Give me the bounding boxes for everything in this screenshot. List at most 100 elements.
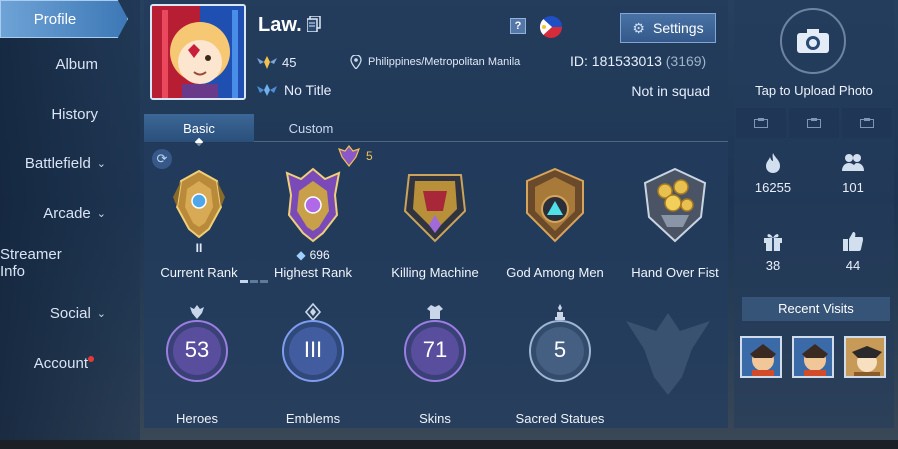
bottom-edge — [0, 440, 898, 449]
photo-slot-3[interactable] — [842, 108, 892, 138]
player-avatar[interactable] — [150, 4, 246, 100]
medal-label: Hand Over Fist — [631, 265, 719, 280]
level-value: 45 — [282, 54, 297, 70]
popularity-value: 16255 — [754, 180, 792, 195]
emblems-level: III — [303, 337, 323, 362]
medal-god-among-men[interactable]: God Among Men — [500, 167, 610, 280]
followers-icon — [818, 152, 888, 174]
nav-item-battlefield[interactable]: Battlefield ⌄ — [0, 145, 128, 181]
stat-skins[interactable]: 71 Skins — [390, 303, 480, 426]
medal-killing-machine[interactable]: Killing Machine — [380, 167, 490, 280]
settings-button[interactable]: ⚙ Settings — [620, 13, 716, 43]
nav-item-profile[interactable]: Profile — [0, 0, 128, 38]
stat-ring: 53 — [163, 317, 231, 385]
gear-icon: ⚙ — [632, 19, 645, 36]
likes-stat[interactable]: 44 — [818, 230, 888, 273]
photo-slot-icon — [754, 118, 768, 128]
nav-item-arcade[interactable]: Arcade ⌄ — [0, 195, 128, 231]
stat-label: Sacred Statues — [515, 411, 605, 426]
heroes-count: 53 — [184, 337, 210, 362]
skins-count: 71 — [422, 337, 448, 362]
nav-item-social[interactable]: Social ⌄ — [0, 295, 128, 331]
killing-machine-badge-icon — [403, 174, 467, 243]
followers-value: 101 — [842, 180, 864, 195]
mythic-star-badge: 5 — [338, 145, 373, 167]
recent-visitor-avatar[interactable] — [740, 336, 782, 378]
gifts-value: 38 — [765, 258, 781, 273]
player-id: ID: 181533013 (3169) — [570, 53, 706, 69]
recent-visitor-avatar[interactable] — [844, 336, 886, 378]
badge-count: 5 — [366, 149, 373, 163]
recent-visitor-avatar[interactable] — [792, 336, 834, 378]
nav-item-label: Arcade — [43, 204, 91, 222]
nav-item-history[interactable]: History — [0, 96, 128, 132]
gift-icon — [738, 230, 808, 252]
tab-label: Basic — [183, 120, 215, 136]
medal-current-rank[interactable]: II Current Rank — [144, 167, 254, 280]
id-label: ID: — [570, 53, 588, 69]
gold-rank-emblem-icon — [173, 169, 225, 239]
player-level: 45 — [256, 53, 296, 71]
followers-stat[interactable]: 101 — [818, 152, 888, 195]
title-text: No Title — [284, 82, 332, 98]
camera-button[interactable] — [780, 8, 846, 74]
nav-item-streamer-info[interactable]: Streamer Info — [0, 245, 128, 281]
photo-slot-2[interactable] — [789, 108, 839, 138]
nav-item-label: History — [51, 105, 98, 123]
copy-icon[interactable] — [307, 16, 321, 32]
diamond-icon: ◆ — [296, 248, 306, 262]
location-pin-icon — [350, 55, 362, 69]
philippines-flag-icon — [540, 16, 562, 38]
flame-icon — [738, 152, 808, 174]
help-icon[interactable]: ? — [510, 18, 526, 34]
medal-pager — [240, 280, 268, 283]
nav-item-label: Streamer Info — [0, 246, 62, 280]
upload-photo-label: Tap to Upload Photo — [755, 83, 873, 98]
medal-highest-rank[interactable]: ◆ 696 Highest Rank — [258, 167, 368, 280]
server-id: (3169) — [665, 53, 707, 69]
locked-emblem-silhouette-icon — [626, 313, 710, 395]
profile-side-panel: Tap to Upload Photo 16255 101 38 44 Rece… — [734, 0, 894, 428]
photo-slot-1[interactable] — [736, 108, 786, 138]
camera-icon — [797, 29, 829, 53]
medal-label: Killing Machine — [391, 265, 479, 280]
nav-item-album[interactable]: Album — [0, 46, 128, 82]
tab-basic[interactable]: Basic — [144, 114, 254, 147]
rank-points: ◆ 696 — [258, 248, 368, 262]
nav-item-label: Account — [33, 354, 88, 372]
god-among-men-badge-icon — [526, 167, 584, 243]
id-value: 181533013 — [591, 53, 662, 69]
stat-ring: III — [279, 317, 347, 385]
stat-emblems[interactable]: III Emblems — [268, 303, 358, 426]
refresh-icon[interactable]: ⟳ — [152, 149, 172, 169]
profile-tabs: Basic Custom — [144, 114, 728, 147]
chevron-down-icon: ⌄ — [96, 157, 106, 170]
pager-dot-active — [240, 280, 248, 283]
stat-sacred-statues[interactable]: 5 Sacred Statues — [508, 303, 612, 426]
player-location: Philippines/Metropolitan Manila — [350, 55, 520, 69]
stat-label: Skins — [419, 411, 451, 426]
medal-label: God Among Men — [506, 265, 604, 280]
nav-item-label: Album — [55, 55, 98, 73]
rank-points-value: 696 — [309, 248, 330, 262]
medal-label: Highest Rank — [273, 265, 353, 280]
nav-item-account[interactable]: Account — [0, 345, 128, 381]
stat-heroes[interactable]: 53 Heroes — [152, 303, 242, 426]
settings-label: Settings — [652, 20, 704, 36]
sacred-statues-count: 5 — [553, 337, 567, 362]
gifts-stat[interactable]: 38 — [738, 230, 808, 273]
notification-dot — [88, 356, 94, 362]
medal-hand-over-fist[interactable]: Hand Over Fist — [620, 167, 730, 280]
nav-item-label: Profile — [33, 10, 77, 28]
player-name: Law. — [258, 14, 302, 36]
recent-visits-title: Recent Visits — [742, 297, 890, 321]
tab-label: Custom — [288, 120, 334, 136]
player-title[interactable]: No Title — [256, 82, 331, 98]
hand-over-fist-badge-icon — [643, 167, 707, 243]
photo-slot-icon — [860, 118, 874, 128]
popularity-stat[interactable]: 16255 — [738, 152, 808, 195]
stat-label: Emblems — [285, 411, 341, 426]
nav-item-label: Battlefield — [24, 154, 91, 172]
tab-custom[interactable]: Custom — [256, 114, 366, 142]
photo-upload-area[interactable]: Tap to Upload Photo — [734, 0, 894, 104]
